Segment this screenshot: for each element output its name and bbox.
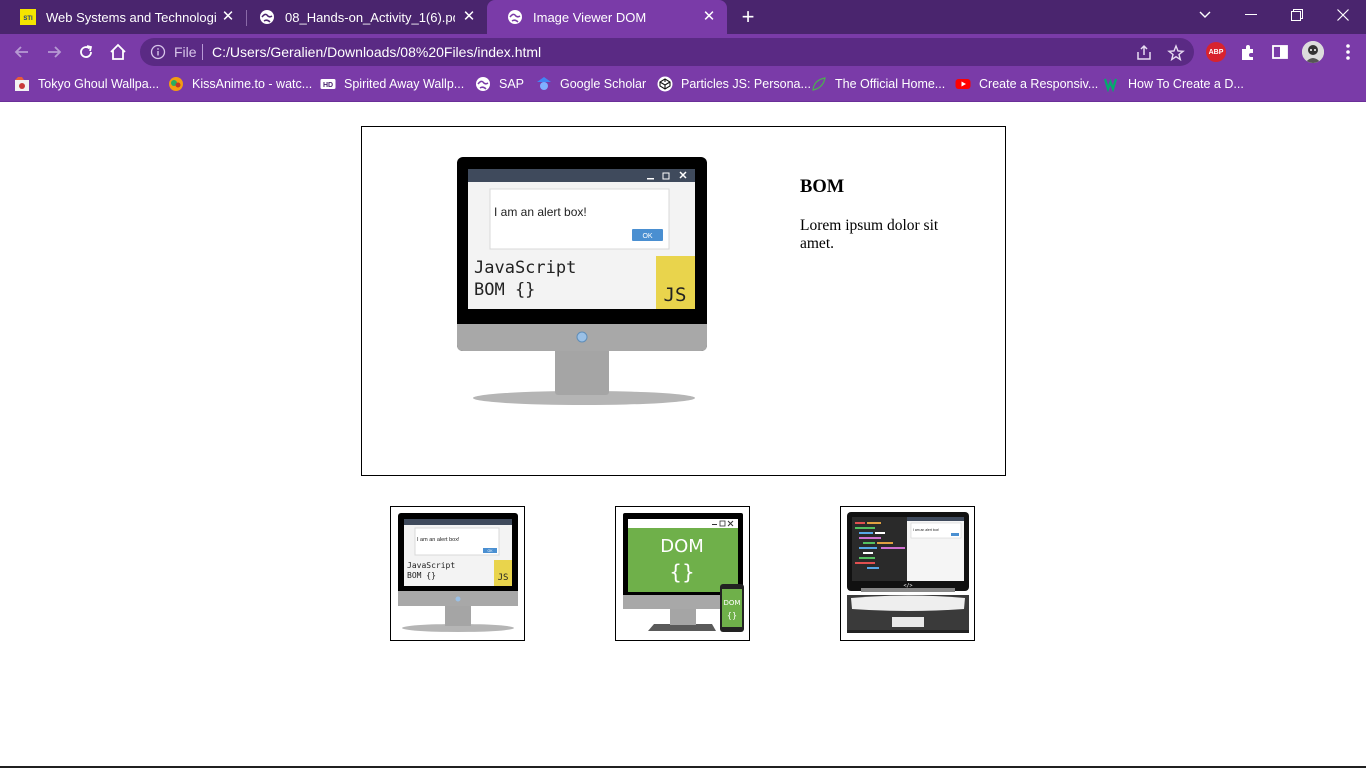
tab-image-viewer[interactable]: Image Viewer DOM ✕ (487, 0, 727, 34)
thumbnail-bom-image: I am an alert box! OK JavaScript BOM {} … (398, 513, 518, 632)
bookmarks-bar: Tokyo Ghoul Wallpa... KissAnime.to - wat… (0, 70, 1366, 102)
globe-icon (507, 9, 523, 25)
alert-text: I am an alert box! (494, 205, 587, 219)
info-icon[interactable] (150, 44, 166, 60)
image-viewer: I am an alert box! OK JavaScript BOM {} … (361, 126, 1006, 476)
close-icon[interactable]: ✕ (461, 9, 477, 25)
bookmark-how-to-create[interactable]: How To Create a D... (1103, 70, 1244, 98)
home-icon (110, 43, 126, 60)
bookmark-label: Create a Responsiv... (979, 77, 1099, 91)
restore-button[interactable] (1274, 0, 1320, 30)
bookmark-kissanime[interactable]: KissAnime.to - watc... (168, 70, 312, 98)
tab-web-systems[interactable]: STI Web Systems and Technologies - ✕ (0, 0, 246, 34)
thumbnail-laptop-image: I am an alert box! </> (847, 512, 969, 633)
bookmark-create-responsive[interactable]: Create a Responsiv... (955, 70, 1098, 98)
code-line-1: JavaScript (474, 258, 576, 278)
thumb-alert-text: I am an alert box! (417, 537, 460, 543)
bookmark-official-home[interactable]: The Official Home... (811, 70, 945, 98)
minimize-icon (647, 178, 654, 180)
hd-icon: HD (320, 76, 336, 92)
bookmark-sap[interactable]: SAP (475, 70, 524, 98)
folder-image-icon (14, 76, 30, 92)
address-bar[interactable]: File C:/Users/Geralien/Downloads/08%20Fi… (140, 38, 1194, 66)
thumbnail-dom[interactable]: DOM {} DOM {} (615, 506, 750, 641)
bookmark-label: Google Scholar (560, 77, 647, 91)
thumb-code-line-2: BOM {} (407, 571, 436, 580)
thumb-phone-dom: DOM (724, 599, 741, 607)
browser-toolbar: File C:/Users/Geralien/Downloads/08%20Fi… (0, 34, 1366, 70)
thumbnail-bom[interactable]: I am an alert box! OK JavaScript BOM {} … (390, 506, 525, 641)
bookmark-label: Spirited Away Wallp... (344, 77, 465, 91)
thumb-ok-label: OK (487, 549, 493, 553)
js-badge-label: JS (664, 284, 687, 306)
forward-button[interactable] (42, 40, 66, 64)
sti-logo-icon: STI (20, 9, 36, 25)
tab-title: Web Systems and Technologies - (46, 9, 216, 25)
bookmark-label: SAP (499, 77, 525, 91)
viewer-title: BOM (800, 177, 845, 197)
side-panel-icon[interactable] (1270, 42, 1290, 62)
svg-text:HD: HD (323, 82, 333, 89)
arrow-right-icon (48, 46, 62, 58)
bookmark-label: The Official Home... (835, 77, 946, 91)
share-icon[interactable] (1135, 44, 1153, 62)
bookmark-label: How To Create a D... (1128, 77, 1244, 91)
screen-titlebar (468, 169, 695, 182)
main-image-bom-monitor: I am an alert box! OK JavaScript BOM {} … (457, 157, 707, 405)
alert-ok-label: OK (642, 233, 652, 240)
scheme-label: File (174, 44, 197, 60)
codepen-icon (657, 76, 673, 92)
bookmark-particles-js[interactable]: Particles JS: Persona... (657, 70, 811, 98)
tab-pdf[interactable]: 08_Hands-on_Activity_1(6).pdf ✕ (239, 0, 487, 34)
divider (202, 44, 203, 60)
tab-search-icon[interactable] (1182, 0, 1228, 30)
menu-icon[interactable] (1338, 42, 1358, 62)
thumbnail-dom-image: DOM {} DOM {} (623, 513, 744, 632)
youtube-icon (955, 76, 971, 92)
star-icon[interactable] (1167, 44, 1185, 62)
extensions-icon[interactable] (1238, 42, 1258, 62)
scholar-icon (536, 76, 552, 92)
minimize-button[interactable] (1228, 0, 1274, 30)
thumb-phone-braces: {} (727, 611, 737, 620)
thumb-laptop-alert: I am an alert box! (913, 528, 939, 532)
back-button[interactable] (10, 40, 34, 64)
leaf-icon (811, 76, 827, 92)
close-icon[interactable]: ✕ (701, 9, 717, 25)
bookmark-label: KissAnime.to - watc... (192, 77, 313, 91)
thumb-dom-braces: {} (669, 560, 694, 584)
close-icon[interactable]: ✕ (220, 9, 236, 25)
bookmark-label: Particles JS: Persona... (681, 77, 811, 91)
globe-icon (259, 9, 275, 25)
bookmark-spirited-away[interactable]: HD Spirited Away Wallp... (320, 70, 464, 98)
new-tab-button[interactable]: + (738, 6, 758, 28)
bookmark-google-scholar[interactable]: Google Scholar (536, 70, 646, 98)
tab-title: Image Viewer DOM (533, 9, 647, 25)
profile-avatar[interactable] (1302, 41, 1324, 63)
home-button[interactable] (106, 40, 130, 64)
adblock-icon[interactable]: ABP (1206, 42, 1226, 62)
w3-icon (1103, 76, 1120, 93)
bookmark-tokyo-ghoul[interactable]: Tokyo Ghoul Wallpa... (14, 70, 159, 98)
viewer-description: Lorem ipsum dolor sit amet. (800, 217, 939, 252)
power-button-icon (576, 331, 588, 343)
url-text[interactable]: C:/Users/Geralien/Downloads/08%20Files/i… (212, 44, 541, 60)
tab-title: 08_Hands-on_Activity_1(6).pdf (285, 9, 455, 25)
bookmark-label: Tokyo Ghoul Wallpa... (38, 77, 160, 91)
caption: BOM Lorem ipsum dolor sit amet. (800, 177, 970, 253)
thumb-js-badge-label: JS (498, 573, 509, 583)
thumb-code-line-1: JavaScript (407, 561, 455, 570)
arrow-left-icon (14, 46, 28, 58)
monitor-stand (555, 348, 609, 395)
reload-icon (80, 45, 93, 58)
thumb-dom-title: DOM (660, 536, 704, 557)
svg-text:STI: STI (23, 16, 33, 22)
kissanime-icon (168, 76, 184, 92)
code-line-2: BOM {} (474, 280, 535, 300)
globe-icon (475, 76, 491, 92)
reload-button[interactable] (74, 40, 98, 64)
thumbnail-laptop[interactable]: I am an alert box! </> (840, 506, 975, 641)
close-window-button[interactable] (1320, 0, 1366, 30)
tab-strip: STI Web Systems and Technologies - ✕ 08_… (0, 0, 1366, 34)
